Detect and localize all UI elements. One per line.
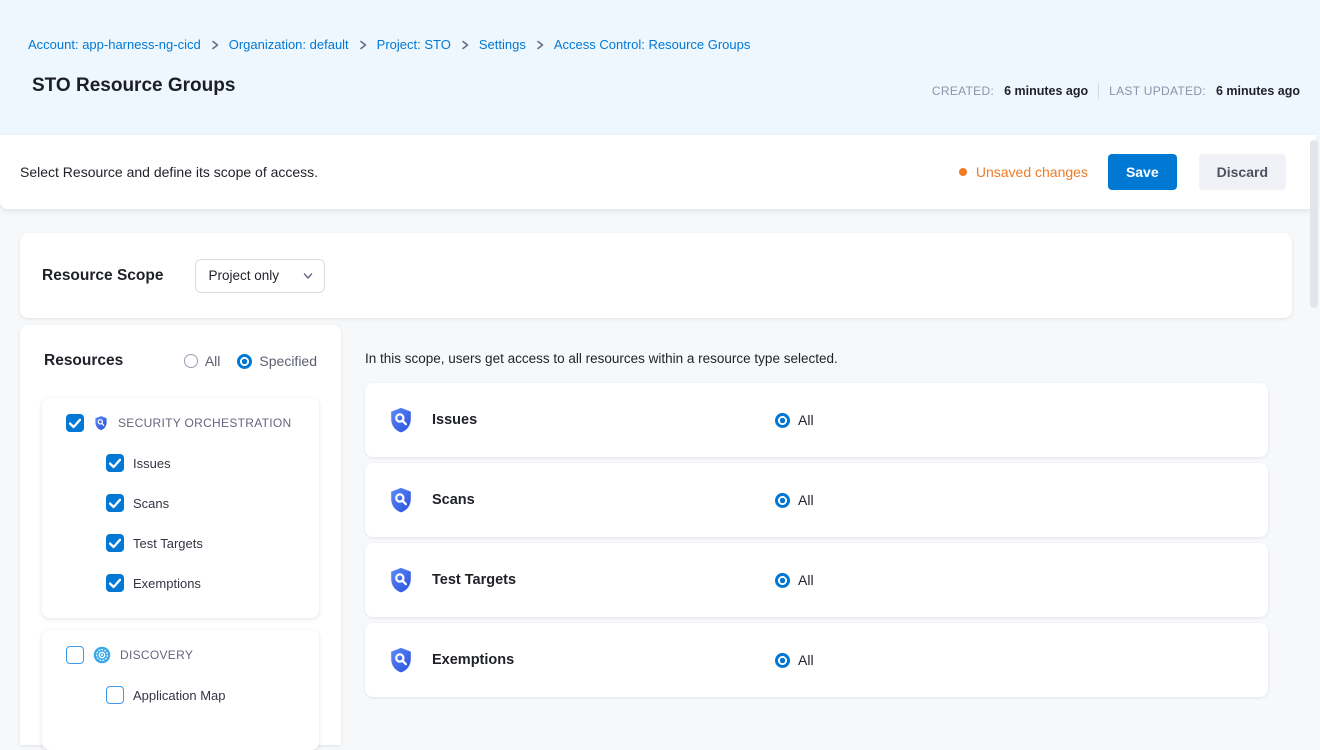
shield-search-icon (387, 646, 415, 674)
chevron-right-icon (460, 40, 470, 50)
group-label: DISCOVERY (120, 648, 193, 662)
created-label: CREATED: (932, 84, 994, 98)
security-orchestration-group-card: SECURITY ORCHESTRATION Issues Scans Test… (42, 398, 319, 618)
all-radio[interactable] (775, 493, 790, 508)
discovery-checkbox[interactable] (66, 646, 84, 664)
all-radio[interactable] (775, 413, 790, 428)
save-button[interactable]: Save (1108, 154, 1177, 190)
created-value: 6 minutes ago (1004, 84, 1088, 98)
child-label: Scans (133, 496, 169, 511)
child-label: Test Targets (133, 536, 203, 551)
unsaved-changes-status: Unsaved changes (959, 164, 1088, 180)
last-updated-label: LAST UPDATED: (1109, 84, 1206, 98)
application-map-checkbox[interactable] (106, 686, 124, 704)
access-all-label: All (798, 652, 814, 668)
test-targets-checkbox[interactable] (106, 534, 124, 552)
all-radio[interactable] (775, 573, 790, 588)
scope-description: In this scope, users get access to all r… (365, 351, 838, 366)
child-label: Issues (133, 456, 171, 471)
radio-selected-icon[interactable] (237, 354, 252, 369)
page-title: STO Resource Groups (32, 75, 235, 97)
chevron-right-icon (210, 40, 220, 50)
resource-row-label: Test Targets (432, 572, 516, 588)
breadcrumb-resource-groups[interactable]: Access Control: Resource Groups (554, 37, 751, 52)
group-label: SECURITY ORCHESTRATION (118, 416, 292, 430)
target-icon (93, 646, 111, 664)
security-orchestration-checkbox[interactable] (66, 414, 84, 432)
shield-search-icon (387, 406, 415, 434)
divider (1098, 83, 1099, 99)
discard-button[interactable]: Discard (1199, 154, 1286, 190)
unsaved-dot-icon (959, 168, 967, 176)
access-all-label: All (798, 492, 814, 508)
radio-icon[interactable] (184, 354, 198, 368)
chevron-down-icon (302, 270, 314, 282)
resource-scope-selected-value: Project only (208, 268, 279, 283)
resources-mode-specified-radio[interactable]: Specified (237, 353, 317, 369)
breadcrumb-organization[interactable]: Organization: default (229, 37, 349, 52)
resources-title: Resources (44, 352, 123, 370)
chevron-right-icon (358, 40, 368, 50)
resource-row-test-targets: Test Targets All (365, 543, 1268, 617)
resource-row-label: Exemptions (432, 652, 514, 668)
page-header: Account: app-harness-ng-cicd Organizatio… (0, 0, 1320, 135)
unsaved-changes-label: Unsaved changes (976, 164, 1088, 180)
shield-search-icon (93, 415, 109, 431)
resource-scope-label: Resource Scope (42, 267, 163, 285)
toolbar-description: Select Resource and define its scope of … (20, 164, 318, 180)
resource-scope-dropdown[interactable]: Project only (195, 259, 325, 293)
resource-row-scans: Scans All (365, 463, 1268, 537)
last-updated-value: 6 minutes ago (1216, 84, 1300, 98)
resource-row-label: Issues (432, 412, 477, 428)
child-label: Exemptions (133, 576, 201, 591)
exemptions-checkbox[interactable] (106, 574, 124, 592)
resources-panel: Resources All Specified SECURITY ORCHEST… (20, 325, 341, 745)
breadcrumb: Account: app-harness-ng-cicd Organizatio… (28, 37, 750, 52)
access-all-label: All (798, 412, 814, 428)
shield-search-icon (387, 566, 415, 594)
timestamps: CREATED: 6 minutes ago LAST UPDATED: 6 m… (932, 83, 1300, 99)
resource-row-label: Scans (432, 492, 475, 508)
resource-row-issues: Issues All (365, 383, 1268, 457)
scans-checkbox[interactable] (106, 494, 124, 512)
chevron-right-icon (535, 40, 545, 50)
discovery-group-card: DISCOVERY Application Map (42, 630, 319, 750)
radio-all-label: All (205, 353, 221, 369)
resource-row-exemptions: Exemptions All (365, 623, 1268, 697)
access-all-label: All (798, 572, 814, 588)
breadcrumb-project[interactable]: Project: STO (377, 37, 451, 52)
shield-search-icon (387, 486, 415, 514)
resources-mode-all-radio[interactable]: All (184, 353, 221, 369)
action-toolbar: Select Resource and define its scope of … (0, 135, 1316, 209)
breadcrumb-account[interactable]: Account: app-harness-ng-cicd (28, 37, 201, 52)
all-radio[interactable] (775, 653, 790, 668)
resource-scope-card: Resource Scope Project only (20, 233, 1292, 318)
breadcrumb-settings[interactable]: Settings (479, 37, 526, 52)
radio-specified-label: Specified (259, 353, 317, 369)
issues-checkbox[interactable] (106, 454, 124, 472)
vertical-scrollbar[interactable] (1310, 140, 1318, 308)
child-label: Application Map (133, 688, 226, 703)
